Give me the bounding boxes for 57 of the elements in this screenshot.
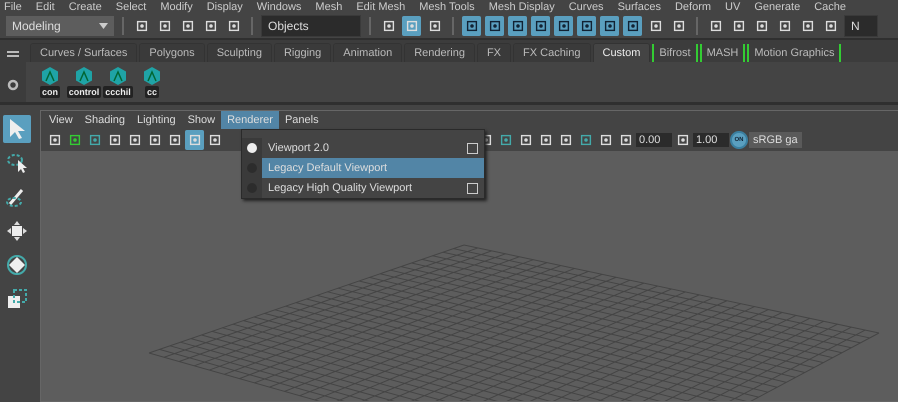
mode-dropdown[interactable]: Modeling [6, 16, 114, 36]
menu-item[interactable]: Deform [674, 0, 712, 13]
panel-menu-item[interactable]: Panels [278, 111, 325, 129]
input-field[interactable]: N [844, 14, 878, 37]
menu-item[interactable]: Generate [754, 0, 800, 13]
radio-button[interactable] [247, 143, 257, 153]
option-box[interactable] [467, 182, 478, 194]
panel-menu-item[interactable]: View [43, 111, 79, 129]
shelf-tab[interactable]: MASH [700, 44, 746, 62]
menu-icon[interactable] [7, 51, 19, 57]
menu-item[interactable]: Cache [814, 0, 846, 13]
caret-icon [99, 22, 108, 29]
menu-item[interactable]: Modify [160, 0, 193, 13]
menu-item[interactable]: Curves [568, 0, 604, 13]
menu-item[interactable]: Select [116, 0, 146, 13]
shelf-tab[interactable]: FX Caching [513, 43, 590, 62]
hexagon-icon[interactable] [40, 66, 60, 86]
gamma-field[interactable]: 1.00 [693, 133, 729, 147]
menu-item[interactable]: Display [206, 0, 243, 13]
settings-icon[interactable] [7, 79, 19, 91]
menu-item[interactable]: Mesh [315, 0, 342, 13]
shelf-tab[interactable]: Motion Graphics [747, 44, 842, 62]
shelf-tab[interactable]: Bifrost [652, 44, 698, 62]
shelf-tab[interactable]: FX [476, 43, 512, 62]
shelf-button-label[interactable]: control [66, 86, 102, 98]
panel-menu-item[interactable]: Shading [78, 111, 132, 129]
shelf-tab[interactable]: Rendering [404, 43, 475, 62]
panel-menu-item[interactable]: Lighting [131, 111, 182, 129]
menu-item[interactable]: Mesh Display [488, 0, 555, 13]
menu-item[interactable]: Mesh Tools [419, 0, 475, 13]
renderer-menu-item[interactable]: Legacy High Quality Viewport [242, 178, 484, 198]
shelf-tab[interactable]: Rigging [274, 43, 332, 62]
menu-item[interactable]: Edit Mesh [356, 0, 406, 13]
hexagon-icon[interactable] [142, 66, 162, 86]
menu-item[interactable]: Windows [256, 0, 302, 13]
hexagon-icon[interactable] [108, 66, 128, 86]
shelf-tab[interactable]: Curves / Surfaces [30, 43, 138, 62]
shelf-button-label[interactable]: cc [144, 86, 159, 98]
color-space-dropdown[interactable]: sRGB ga [749, 132, 802, 148]
shelf-button-label[interactable]: ccchil [103, 86, 133, 98]
selection-mask-field[interactable]: Objects [261, 14, 361, 37]
shelf-tab[interactable]: Custom [592, 43, 650, 62]
hexagon-icon[interactable] [74, 66, 94, 86]
option-box[interactable] [467, 142, 478, 154]
panel-menu-item[interactable]: Show [182, 111, 222, 129]
shelf-tab[interactable]: Sculpting [206, 43, 272, 62]
menu-item[interactable]: Create [68, 0, 102, 13]
menu-item[interactable]: File [4, 0, 22, 13]
renderer-menu-item[interactable]: Viewport 2.0 [242, 138, 484, 158]
shelf-tab[interactable]: Animation [333, 43, 402, 62]
exposure-field[interactable]: 0.00 [636, 133, 672, 147]
menu-item[interactable]: Edit [36, 0, 55, 13]
shelf-button-label[interactable]: con [40, 86, 60, 98]
menu-item[interactable]: UV [725, 0, 740, 13]
shelf-tab[interactable]: Polygons [139, 43, 205, 62]
menu-item[interactable]: Surfaces [618, 0, 661, 13]
select-tool-icon[interactable] [3, 115, 31, 143]
